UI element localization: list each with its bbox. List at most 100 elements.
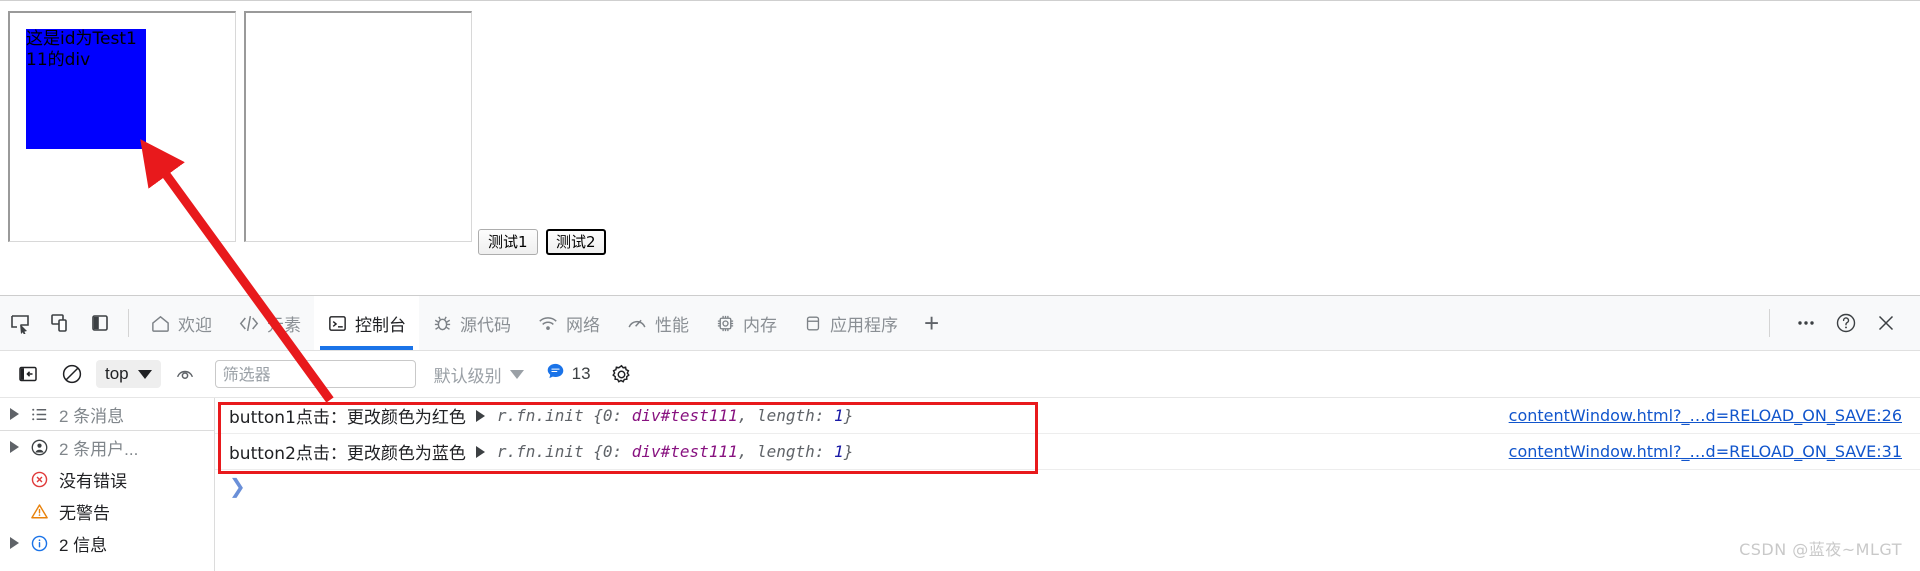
help-icon[interactable]: [1826, 303, 1866, 343]
chevron-down-icon: [137, 369, 152, 379]
devtools-panel: 欢迎 元素 控制台 源代码 网络 性能 内存 应用程序 + top 筛选器 默认…: [0, 295, 1920, 571]
bug-icon: [432, 313, 453, 334]
sidebar-item-label: 2 信息: [59, 535, 108, 555]
gear-icon[interactable]: [609, 362, 634, 387]
tab-label: 内存: [743, 315, 777, 335]
console-message-list: button1点击：更改颜色为红色 r.fn.init {0: div#test…: [215, 398, 1920, 571]
tab-memory[interactable]: 内存: [702, 296, 790, 350]
console-row[interactable]: button1点击：更改颜色为红色 r.fn.init {0: div#test…: [215, 398, 1920, 434]
message-count-value: 13: [571, 364, 591, 383]
tab-label: 元素: [267, 315, 301, 335]
object-suffix: }: [843, 442, 854, 461]
expand-triangle-icon[interactable]: [10, 408, 19, 420]
tab-label: 源代码: [460, 315, 511, 335]
object-property: div#test111: [631, 406, 738, 425]
tab-label: 网络: [566, 315, 600, 335]
tab-application[interactable]: 应用程序: [790, 296, 911, 350]
expand-triangle-icon[interactable]: [475, 409, 485, 422]
console-sidebar-toggle-icon[interactable]: [8, 354, 48, 394]
inspect-element-icon[interactable]: [0, 303, 40, 343]
log-level-selector[interactable]: 默认级别: [434, 362, 524, 387]
expand-triangle-icon[interactable]: [10, 441, 19, 453]
page-frame-left: 这是id为Test111的div: [8, 11, 236, 242]
console-message: button2点击：更改颜色为蓝色 r.fn.init {0: div#test…: [229, 439, 853, 464]
chevron-down-icon: [509, 369, 524, 379]
clear-console-icon[interactable]: [52, 354, 92, 394]
add-panel-label: +: [924, 308, 940, 338]
execution-context-selector[interactable]: top: [96, 360, 161, 388]
rendered-page-area: 这是id为Test111的div 测试1 测试2: [0, 0, 1920, 295]
tab-sources[interactable]: 源代码: [419, 296, 524, 350]
sidebar-item-info[interactable]: 2 信息: [0, 527, 214, 559]
tab-console[interactable]: 控制台: [314, 296, 419, 350]
warning-triangle-icon: [28, 502, 50, 521]
console-object-preview[interactable]: r.fn.init {0: div#test111, length: 1}: [497, 442, 853, 461]
object-suffix: }: [843, 406, 854, 425]
sidebar-item-no-warnings[interactable]: 无警告: [0, 495, 214, 527]
console-source-link-wrap: contentWindow.html?_…d=RELOAD_ON_SAVE:26: [1509, 406, 1902, 425]
tab-label: 控制台: [355, 315, 406, 335]
console-filter-toolbar: top 默认级别 13: [0, 351, 1920, 398]
test1-button[interactable]: 测试1: [478, 229, 538, 255]
tabbar-right-group: [1761, 303, 1920, 343]
test2-button[interactable]: 测试2: [546, 229, 606, 255]
tab-label: 应用程序: [830, 315, 898, 335]
console-source-link-wrap: contentWindow.html?_…d=RELOAD_ON_SAVE:31: [1509, 442, 1902, 461]
page-frame-right: [244, 11, 472, 242]
error-circle-icon: [28, 470, 50, 489]
object-number: 1: [834, 406, 844, 425]
sidebar-item-label: 没有错误: [59, 471, 127, 491]
object-prefix: r.fn.init {0:: [496, 442, 632, 461]
object-prefix: r.fn.init {0:: [496, 406, 632, 425]
toolbar-divider-right: [1769, 309, 1770, 337]
console-object-preview[interactable]: r.fn.init {0: div#test111, length: 1}: [497, 406, 853, 425]
sidebar-item-label: 2 条消息: [59, 406, 125, 426]
tab-label: 欢迎: [178, 315, 212, 335]
code-brackets-icon: [238, 313, 260, 334]
console-sidebar: 2 条消息 2 条用户... 没有错误 无警告 2 信息: [0, 398, 215, 571]
sidebar-item-user-messages[interactable]: 2 条用户...: [0, 431, 214, 463]
tab-label: 性能: [655, 315, 689, 335]
console-source-link[interactable]: contentWindow.html?_…d=RELOAD_ON_SAVE:26: [1509, 406, 1902, 425]
device-toolbar-icon[interactable]: [40, 303, 80, 343]
expand-triangle-icon[interactable]: [475, 445, 485, 458]
info-circle-icon: [28, 534, 50, 553]
user-message-icon: [28, 438, 50, 457]
expand-triangle-icon[interactable]: [10, 537, 19, 549]
gauge-icon: [626, 313, 648, 334]
message-bubble-icon: [546, 362, 565, 386]
console-message-text: button2点击：更改颜色为蓝色: [229, 444, 466, 464]
sidebar-item-messages[interactable]: 2 条消息: [0, 398, 214, 431]
close-devtools-icon[interactable]: [1866, 303, 1906, 343]
object-mid: , length:: [737, 406, 835, 425]
tab-elements[interactable]: 元素: [225, 296, 314, 350]
console-terminal-icon: [327, 313, 348, 334]
test111-div: 这是id为Test111的div: [26, 29, 146, 149]
console-row[interactable]: button2点击：更改颜色为蓝色 r.fn.init {0: div#test…: [215, 434, 1920, 470]
console-source-link[interactable]: contentWindow.html?_…d=RELOAD_ON_SAVE:31: [1509, 442, 1902, 461]
object-property: div#test111: [631, 442, 738, 461]
database-icon: [803, 313, 823, 334]
dock-side-icon[interactable]: [80, 303, 120, 343]
prompt-caret-icon: ❯: [229, 476, 246, 498]
wifi-icon: [537, 313, 559, 334]
filter-input[interactable]: [214, 360, 416, 388]
console-prompt[interactable]: ❯: [215, 470, 1920, 504]
log-level-value: 默认级别: [433, 366, 502, 386]
message-count-badge[interactable]: 13: [546, 362, 591, 386]
console-message: button1点击：更改颜色为红色 r.fn.init {0: div#test…: [229, 403, 853, 428]
eye-icon[interactable]: [165, 354, 205, 394]
toolbar-divider: [128, 309, 129, 337]
add-panel-button[interactable]: +: [911, 296, 952, 350]
more-options-icon[interactable]: [1786, 303, 1826, 343]
watermark: CSDN @蓝夜~MLGT: [1739, 540, 1902, 559]
list-icon: [28, 405, 50, 424]
tab-performance[interactable]: 性能: [613, 296, 702, 350]
tab-welcome[interactable]: 欢迎: [137, 296, 225, 350]
object-number: 1: [834, 442, 844, 461]
sidebar-item-no-errors[interactable]: 没有错误: [0, 463, 214, 495]
sidebar-item-label: 2 条用户...: [59, 439, 139, 459]
tab-network[interactable]: 网络: [524, 296, 613, 350]
devtools-tabbar: 欢迎 元素 控制台 源代码 网络 性能 内存 应用程序 +: [0, 296, 1920, 351]
execution-context-value: top: [105, 364, 129, 383]
